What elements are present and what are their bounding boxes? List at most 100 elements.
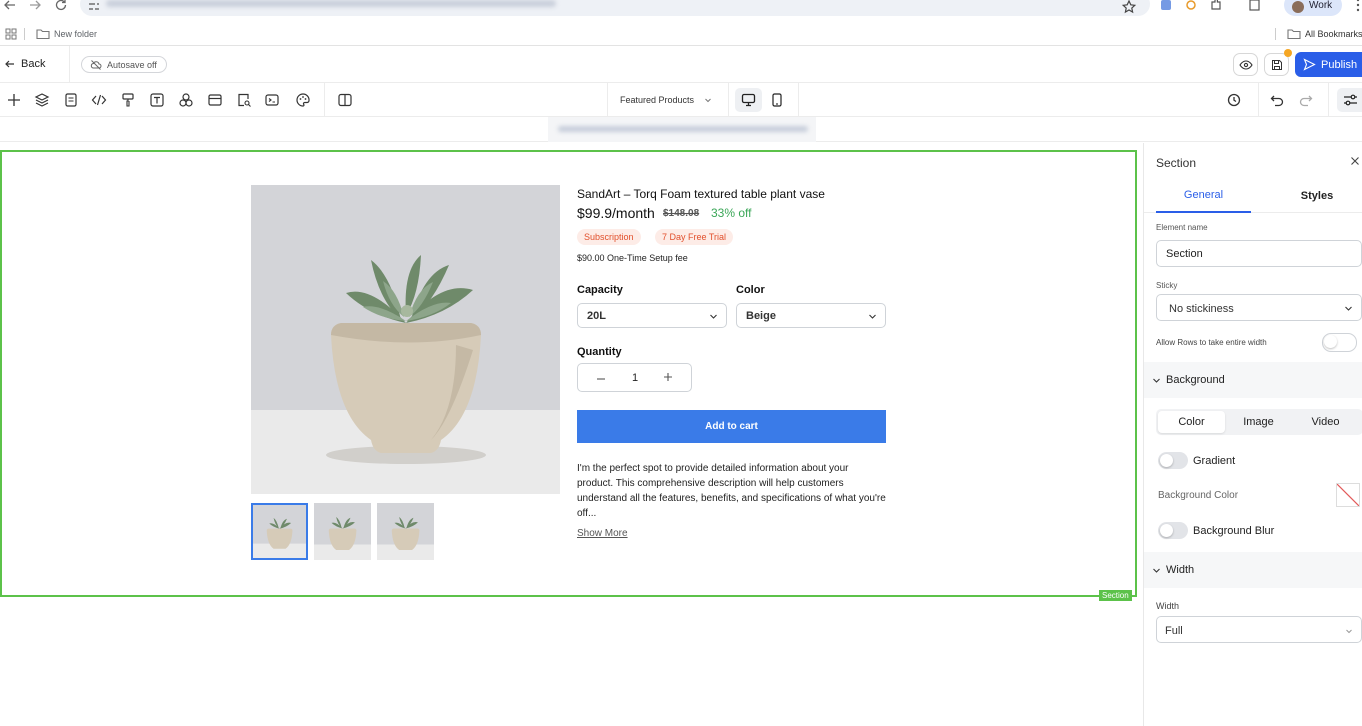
chevron-down-icon [1345, 306, 1352, 311]
color-value: Beige [746, 310, 776, 322]
sticky-value: No stickiness [1169, 303, 1234, 315]
terminal-icon[interactable] [264, 92, 280, 108]
paint-roller-icon[interactable] [120, 92, 136, 108]
tab-styles[interactable]: Styles [1271, 179, 1362, 213]
gradient-toggle[interactable] [1158, 452, 1188, 469]
desktop-view-button[interactable] [735, 88, 762, 112]
folder-icon [35, 26, 51, 42]
text-icon[interactable] [149, 92, 165, 108]
kebab-menu-icon[interactable] [1350, 0, 1362, 13]
page-search-icon[interactable] [236, 92, 252, 108]
bg-tab-color[interactable]: Color [1158, 411, 1225, 433]
extension-2-icon[interactable] [1183, 0, 1199, 13]
extensions-puzzle-icon[interactable] [1208, 0, 1224, 13]
bg-tab-color-label: Color [1178, 416, 1205, 428]
allow-rows-label: Allow Rows to take entire width [1156, 338, 1267, 347]
address-bar[interactable] [80, 0, 1150, 16]
preview-button[interactable] [1233, 53, 1258, 76]
product-price: $99.9/month [577, 205, 655, 221]
capacity-value: 20L [587, 310, 606, 322]
divider [1275, 28, 1276, 40]
setup-fee: $90.00 One-Time Setup fee [577, 253, 688, 263]
eye-icon [1239, 60, 1253, 70]
sticky-select[interactable]: No stickiness [1156, 294, 1362, 321]
bg-color-swatch[interactable] [1336, 483, 1360, 507]
autosave-toggle[interactable]: Autosave off [81, 56, 167, 73]
history-icon[interactable] [1226, 92, 1242, 108]
extension-icon[interactable] [1158, 0, 1174, 13]
save-button[interactable] [1264, 49, 1292, 76]
profile-chip[interactable]: Work [1284, 0, 1342, 16]
add-icon[interactable] [6, 92, 22, 108]
gradient-label: Gradient [1193, 455, 1236, 467]
background-section-header[interactable]: Background [1144, 362, 1362, 398]
undo-icon[interactable] [1269, 92, 1285, 108]
pages-icon[interactable] [63, 92, 79, 108]
reading-list-icon[interactable] [1247, 0, 1263, 13]
background-header: Background [1166, 374, 1225, 386]
back-arrow-icon[interactable] [2, 0, 18, 13]
add-to-cart-button[interactable]: Add to cart [577, 410, 886, 443]
publish-label: Publish [1321, 58, 1358, 71]
succulent-thumbnail [314, 503, 371, 560]
bg-blur-label: Background Blur [1193, 525, 1275, 537]
redo-icon[interactable] [1298, 92, 1314, 108]
thumbnail-1[interactable] [251, 503, 308, 560]
back-button[interactable]: Back [4, 56, 45, 72]
shapes-icon[interactable] [178, 92, 194, 108]
panel-tabs: General Styles [1144, 179, 1362, 213]
chevron-down-icon [869, 314, 876, 319]
unsaved-dot [1284, 49, 1292, 57]
width-value: Full [1165, 625, 1183, 637]
free-trial-badge: 7 Day Free Trial [655, 229, 734, 245]
publish-button[interactable]: Publish [1295, 52, 1362, 77]
plus-icon[interactable] [663, 372, 673, 382]
tab-general-label: General [1183, 189, 1224, 201]
allow-rows-toggle[interactable] [1322, 333, 1357, 352]
palette-icon[interactable] [295, 92, 311, 108]
split-view-icon[interactable] [337, 92, 353, 108]
element-name-input[interactable]: Section [1156, 240, 1362, 267]
thumbnail-3[interactable] [377, 503, 434, 560]
quantity-stepper: 1 [577, 363, 692, 392]
width-section-header[interactable]: Width [1144, 552, 1362, 588]
close-icon[interactable] [1350, 156, 1360, 166]
width-select[interactable]: Full [1156, 616, 1362, 643]
layers-icon[interactable] [34, 92, 50, 108]
window-icon[interactable] [207, 92, 223, 108]
monitor-icon [741, 93, 756, 107]
chevron-down-icon [1153, 568, 1160, 573]
code-icon[interactable] [91, 92, 107, 108]
show-more-link[interactable]: Show More [577, 528, 628, 539]
product-main-image[interactable] [251, 185, 560, 494]
bg-tab-image-label: Image [1243, 416, 1274, 428]
selected-section[interactable] [0, 150, 1137, 597]
tab-general[interactable]: General [1156, 179, 1251, 213]
background-type-tabs: Color Image Video [1156, 409, 1362, 435]
panel-title: Section [1156, 156, 1197, 170]
divider [607, 83, 608, 117]
bg-blur-toggle[interactable] [1158, 522, 1188, 539]
color-select[interactable]: Beige [736, 303, 886, 328]
capacity-select[interactable]: 20L [577, 303, 727, 328]
settings-panel-button[interactable] [1337, 88, 1362, 112]
bookmark-folder[interactable]: New folder [54, 29, 97, 39]
quantity-value[interactable]: 1 [632, 372, 638, 384]
minus-icon[interactable] [596, 374, 606, 384]
bg-tab-video[interactable]: Video [1292, 411, 1359, 433]
product-title: SandArt – Torq Foam textured table plant… [577, 187, 825, 201]
site-info-icon[interactable] [86, 0, 102, 15]
reload-icon[interactable] [53, 0, 69, 13]
mobile-view-button[interactable] [767, 88, 787, 112]
editor-topbar: Back Autosave off Publish [0, 46, 1362, 83]
forward-arrow-icon[interactable] [27, 0, 43, 13]
page-selector[interactable]: Featured Products [612, 91, 724, 109]
blurred-url [558, 126, 808, 132]
apps-grid-icon[interactable] [3, 26, 19, 42]
element-name-value: Section [1166, 248, 1203, 260]
thumbnail-2[interactable] [314, 503, 371, 560]
bg-tab-image[interactable]: Image [1225, 411, 1292, 433]
all-bookmarks[interactable]: All Bookmarks [1305, 29, 1362, 39]
avatar [1292, 1, 1304, 13]
bookmark-star-icon[interactable] [1121, 0, 1137, 15]
